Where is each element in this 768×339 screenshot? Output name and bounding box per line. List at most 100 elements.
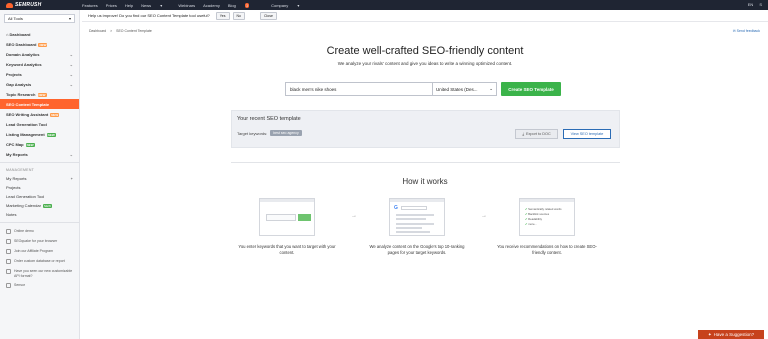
- sidebar-item-text: Dashboard: [9, 31, 31, 37]
- notice-no-button[interactable]: No: [232, 11, 245, 20]
- notice-text: Help us improve! Do you find our SEO Con…: [88, 13, 210, 18]
- sidebar-item-label: My Reports: [6, 151, 28, 157]
- sidebar-item-seo-writing-assistant[interactable]: SEO Writing Assistant NEW: [0, 109, 79, 119]
- sidebar-item-gap-analysis[interactable]: Gap Analysis ⌄: [0, 79, 79, 89]
- chevron-down-icon: ⌄: [69, 81, 73, 87]
- sidebar-item-label: Topic Research NEW: [6, 92, 47, 97]
- footer-link-sensor[interactable]: Sensor: [0, 283, 79, 288]
- semrush-logo[interactable]: SEMRUSH: [0, 2, 82, 8]
- sidebar-item-label: SEO Writing Assistant NEW: [6, 112, 60, 117]
- language-selector[interactable]: EN: [748, 2, 754, 7]
- check-icon: ✔: [525, 212, 528, 216]
- result-line: [396, 218, 426, 220]
- chevron-down-icon: ⌄: [69, 151, 73, 157]
- step1-text: You enter keywords that you want to targ…: [238, 244, 336, 255]
- result-line: [396, 223, 434, 225]
- step1-illustration: [259, 198, 315, 236]
- sidebar-item-my-reports[interactable]: My Reports ⌄: [0, 149, 79, 159]
- arrow-right-icon: →: [351, 213, 357, 219]
- check-label: Backlink sources: [528, 212, 550, 216]
- page-subtitle: We analyze your rivals' content and give…: [337, 61, 513, 66]
- sidebar-item-text: SEO Dashboard: [6, 41, 37, 47]
- sidebar-item-text: Listing Management: [6, 131, 45, 137]
- google-g-icon: G: [394, 205, 398, 211]
- target-keywords-label: Target keywords:: [237, 130, 268, 136]
- chevron-down-icon: ⌄: [69, 61, 73, 67]
- keyword-input[interactable]: black men's nike shoes: [285, 82, 433, 96]
- breadcrumb-dashboard-link[interactable]: Dashboard: [89, 29, 106, 33]
- api-icon: [6, 269, 11, 274]
- top-navigation-bar: SEMRUSH Features Prices Help News ▾ Webi…: [0, 0, 768, 10]
- search-box-shape: [401, 206, 427, 210]
- nav-features[interactable]: Features: [82, 3, 98, 8]
- management-item-label: Notes: [6, 212, 17, 217]
- tools-dropdown[interactable]: All Tools ▾: [4, 14, 75, 23]
- sidebar-item-seo-dashboard[interactable]: SEO Dashboard NEW: [0, 39, 79, 49]
- footer-link-label: SEOquake for your browser: [14, 239, 58, 243]
- footer-link-affiliate[interactable]: Join our Affiliate Program: [0, 249, 79, 254]
- user-menu[interactable]: S: [759, 2, 762, 7]
- new-badge: NEW: [37, 92, 47, 97]
- keyword-chip: best seo agency: [270, 130, 302, 136]
- lightbulb-icon: ✦: [707, 331, 712, 337]
- management-item-projects[interactable]: Projects: [0, 183, 79, 192]
- nav-prices[interactable]: Prices: [106, 3, 117, 8]
- check-icon: ✔: [525, 207, 528, 211]
- plus-icon[interactable]: +: [71, 176, 73, 181]
- export-to-doc-button[interactable]: ⤓ Export to DOC: [515, 129, 558, 139]
- footer-link-label: Have you seen our new customizable API f…: [14, 269, 73, 278]
- result-line: [396, 214, 434, 216]
- result-line: [396, 231, 430, 233]
- result-line: [396, 227, 422, 229]
- new-badge: NEW: [46, 132, 56, 137]
- management-item-lead-generation-tool[interactable]: Lead Generation Tool: [0, 192, 79, 201]
- sidebar-item-listing-management[interactable]: Listing Management NEW: [0, 129, 79, 139]
- footer-link-seoquake[interactable]: SEOquake for your browser: [0, 239, 79, 244]
- sidebar-item-domain-analytics[interactable]: Domain Analytics ⌄: [0, 49, 79, 59]
- chevron-down-icon: ▾: [160, 2, 163, 8]
- management-item-notes[interactable]: Notes: [0, 210, 79, 219]
- management-item-my-reports[interactable]: My Reports +: [0, 174, 79, 183]
- nav-help[interactable]: Help: [125, 3, 133, 8]
- footer-link-online-demo[interactable]: Online demo: [0, 229, 79, 234]
- sidebar-item-projects[interactable]: Projects ⌄: [0, 69, 79, 79]
- chevron-down-icon: ⌄: [489, 86, 493, 91]
- check-row: ✔ more...: [525, 222, 562, 227]
- send-feedback-link[interactable]: ✉ Send feedback: [733, 29, 760, 33]
- page-title: Create well-crafted SEO-friendly content: [326, 45, 524, 57]
- sidebar-item-seo-content-template[interactable]: SEO Content Template: [0, 99, 79, 109]
- browser-bar: [390, 199, 444, 202]
- sidebar-item-topic-research[interactable]: Topic Research NEW: [0, 89, 79, 99]
- sidebar-item-lead-generation-tool[interactable]: Lead Generation Tool: [0, 119, 79, 129]
- footer-link-custom-database[interactable]: Order custom database or report: [0, 259, 79, 264]
- sidebar-item-dashboard[interactable]: ⌂ Dashboard: [0, 29, 79, 39]
- view-seo-template-button[interactable]: View SEO template: [563, 129, 611, 139]
- database-select[interactable]: United States (Des... ⌄: [433, 82, 497, 96]
- nav-blog[interactable]: Blog 3: [228, 2, 257, 8]
- keyword-form: black men's nike shoes United States (De…: [285, 82, 561, 96]
- nav-company[interactable]: Company ▾: [271, 3, 307, 8]
- create-seo-template-button[interactable]: Create SEO Template: [501, 82, 561, 96]
- step2-illustration: G: [389, 198, 445, 236]
- footer-link-api-format[interactable]: Have you seen our new customizable API f…: [0, 269, 79, 278]
- breadcrumb-separator: >: [110, 29, 113, 33]
- management-item-marketing-calendar[interactable]: Marketing Calendar NEW: [0, 201, 79, 210]
- check-icon: ✔: [525, 217, 528, 221]
- sidebar-item-text: CPC Map: [6, 141, 24, 147]
- sidebar-item-cpc-map[interactable]: CPC Map NEW: [0, 139, 79, 149]
- notice-yes-button[interactable]: Yes: [215, 11, 230, 20]
- top-right-controls: EN S: [748, 2, 762, 7]
- nav-webinars[interactable]: Webinars: [178, 3, 195, 8]
- step2-text: We analyze content on the Google's top 1…: [369, 244, 465, 255]
- nav-academy[interactable]: Academy: [203, 3, 220, 8]
- nav-news[interactable]: News ▾: [141, 3, 170, 8]
- sidebar-item-label: ⌂ Dashboard: [6, 32, 30, 37]
- sidebar-item-label: SEO Dashboard NEW: [6, 41, 48, 47]
- management-item-label: Marketing Calendar NEW: [6, 203, 52, 208]
- download-icon: ⤓: [522, 132, 524, 136]
- sidebar-item-keyword-analytics[interactable]: Keyword Analytics ⌄: [0, 59, 79, 69]
- suggestion-button[interactable]: ✦ Have a Suggestion?: [698, 330, 764, 339]
- step3-illustration: ✔ Semantically related words ✔ Backlink …: [519, 198, 575, 236]
- check-icon: ✔: [525, 222, 528, 226]
- notice-close-button[interactable]: Close: [259, 11, 277, 20]
